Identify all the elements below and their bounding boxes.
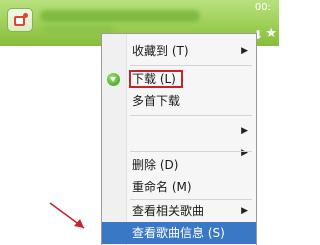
annotation-arrow — [49, 202, 85, 229]
annotation-arrow-head — [74, 219, 84, 228]
